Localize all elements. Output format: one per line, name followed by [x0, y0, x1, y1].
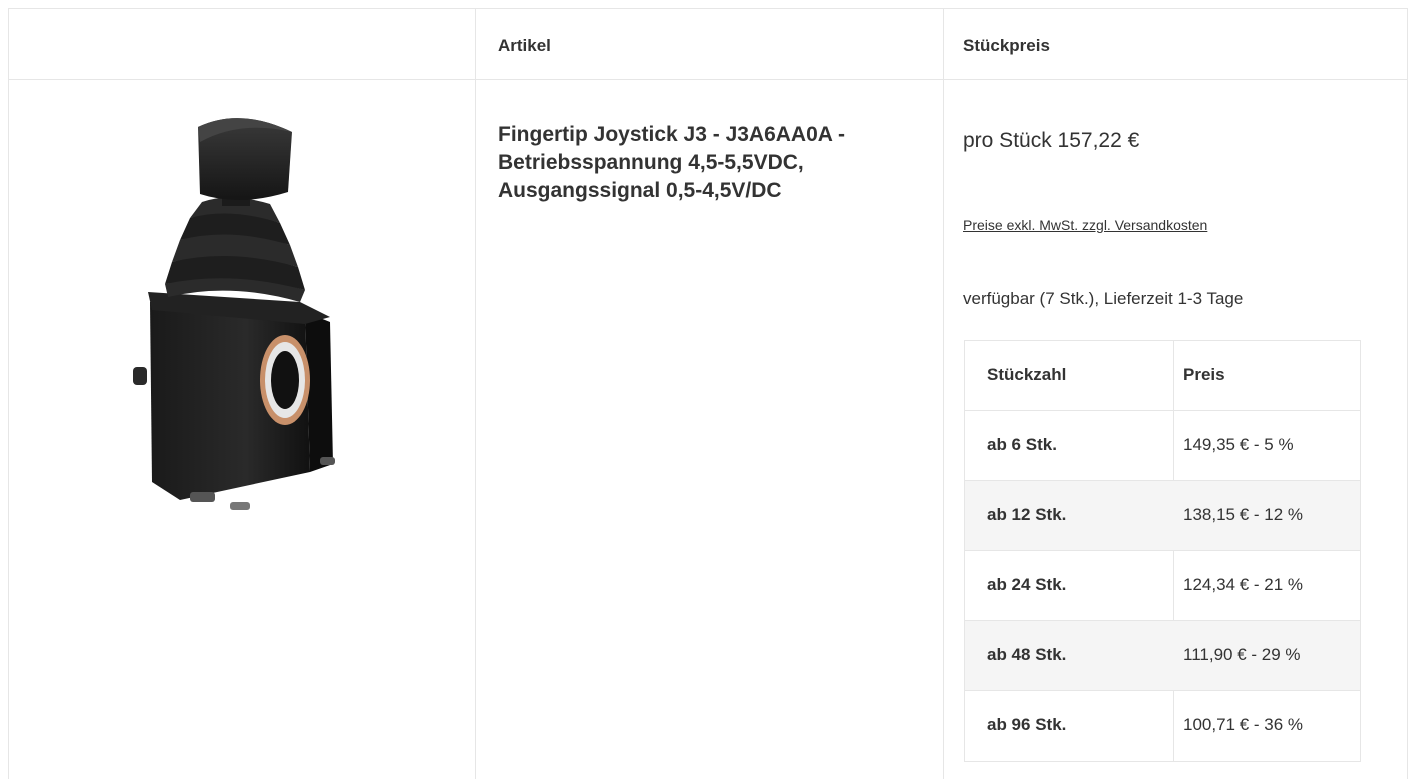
tier-price: 138,15 € - 12 % — [1183, 505, 1304, 524]
tier-header-price: Preis — [1183, 365, 1225, 384]
tier-qty: ab 48 Stk. — [987, 645, 1067, 664]
vat-shipping-link[interactable]: Preise exkl. MwSt. zzgl. Versandkosten — [963, 217, 1207, 233]
table-top-border — [8, 8, 1408, 9]
tier-row: ab 6 Stk. 149,35 € - 5 % — [965, 411, 1360, 481]
tier-price: 149,35 € - 5 % — [1183, 435, 1294, 454]
tier-qty: ab 24 Stk. — [987, 575, 1067, 594]
unit-price: pro Stück 157,22 € — [963, 129, 1140, 152]
tier-qty: ab 12 Stk. — [987, 505, 1067, 524]
tier-header-row: Stückzahl Preis — [965, 341, 1360, 411]
tier-header-qty: Stückzahl — [987, 365, 1067, 384]
header-unit-price: Stückpreis — [963, 36, 1050, 55]
tier-price: 111,90 € - 29 % — [1183, 645, 1301, 664]
product-title[interactable]: Fingertip Joystick J3 - J3A6AA0A - Betri… — [498, 121, 918, 205]
column-divider-1 — [475, 8, 476, 779]
tier-qty: ab 96 Stk. — [987, 715, 1067, 734]
header-article: Artikel — [498, 36, 551, 55]
tier-row: ab 48 Stk. 111,90 € - 29 % — [965, 621, 1360, 691]
column-divider-2 — [943, 8, 944, 779]
tier-row: ab 96 Stk. 100,71 € - 36 % — [965, 691, 1360, 761]
header-bottom-border — [8, 79, 1408, 80]
table-right-border — [1407, 8, 1408, 779]
tier-price: 124,34 € - 21 % — [1183, 575, 1304, 594]
price-tier-table: Stückzahl Preis ab 6 Stk. 149,35 € - 5 %… — [964, 340, 1361, 762]
tier-price: 100,71 € - 36 % — [1183, 715, 1304, 734]
tier-qty: ab 6 Stk. — [987, 435, 1057, 454]
tier-row: ab 12 Stk. 138,15 € - 12 % — [965, 481, 1360, 551]
joystick-product-image[interactable] — [130, 112, 345, 517]
tier-row: ab 24 Stk. 124,34 € - 21 % — [965, 551, 1360, 621]
table-left-border — [8, 8, 9, 779]
availability-status: verfügbar (7 Stk.), Lieferzeit 1-3 Tage — [963, 289, 1244, 308]
joystick-icon — [133, 118, 335, 510]
